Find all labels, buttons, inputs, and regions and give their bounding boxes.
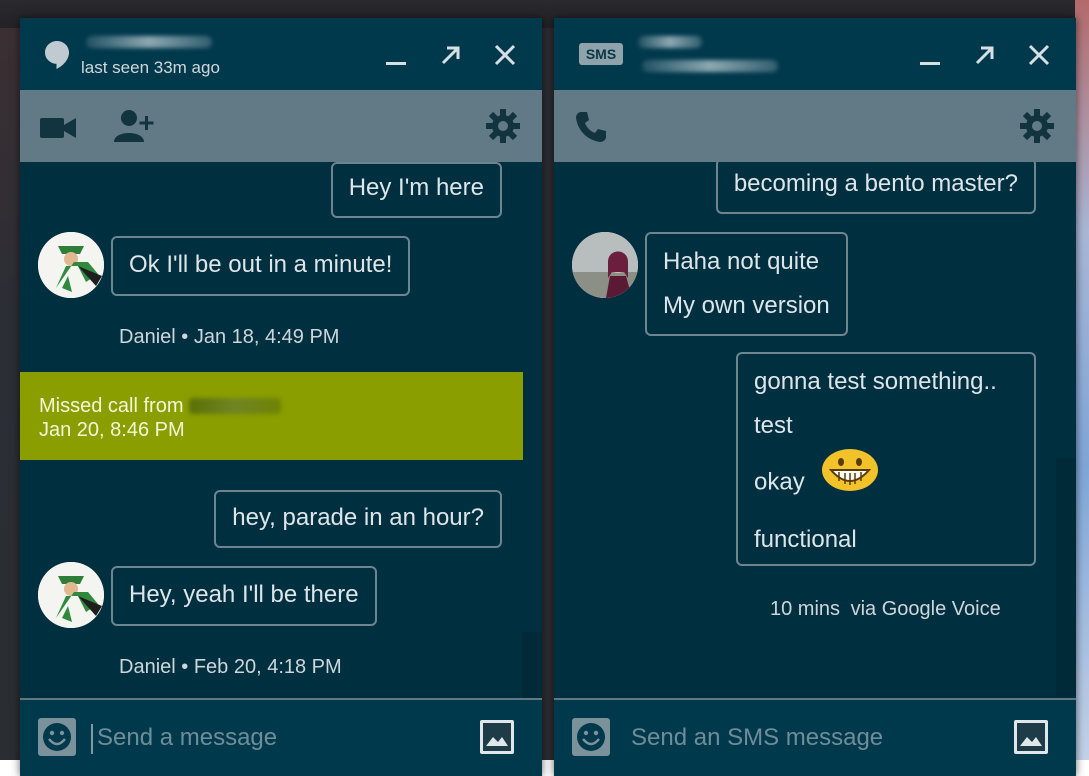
message-text: Haha not quite [663,248,820,275]
message-text: Ok I'll be out in a minute! [129,251,393,278]
emoji-icon[interactable] [38,718,76,761]
image-icon[interactable] [1014,720,1048,759]
message-composer [20,698,542,776]
outgoing-message: becoming a bento master? [715,162,1036,214]
sms-chat-window: SMS becoming a bento master? Haha not qu… [554,18,1076,776]
background-window-middle [541,28,554,776]
contact-name-redacted [638,36,702,48]
sms-input[interactable] [631,718,991,758]
avatar[interactable] [572,232,638,298]
message-text: My own version [663,292,830,319]
video-call-icon[interactable] [40,116,76,145]
outgoing-message: gonna test something.. test okay functio… [736,352,1036,566]
outgoing-message: Hey I'm here [330,162,502,218]
avatar[interactable] [38,232,104,298]
chat-toolbar [554,90,1076,162]
text-caret [91,724,93,754]
popout-icon[interactable] [436,40,466,70]
missed-call-notice: Missed call from Jan 20, 8:46 PM [20,372,523,460]
message-line-with-emoji: okay [754,448,1018,518]
hangouts-chat-window: last seen 33m ago Hey I'm here Ok I'll b… [20,18,542,776]
gear-icon[interactable] [1020,109,1054,148]
contact-number-redacted [642,60,778,72]
close-icon[interactable] [1024,40,1054,70]
message-meta: 10 mins via Google Voice [770,598,1001,621]
sms-composer [554,698,1076,776]
incoming-message: Haha not quite My own version [645,232,848,336]
close-icon[interactable] [490,40,520,70]
message-channel: via Google Voice [850,598,1001,620]
message-time: 10 mins [770,598,841,620]
chat-titlebar[interactable]: SMS [554,18,1076,90]
chat-toolbar [20,90,542,162]
missed-call-label: Missed call from [39,395,184,417]
desktop-wallpaper-edge [1075,0,1089,776]
incoming-message: Hey, yeah I'll be there [111,566,377,626]
message-list[interactable]: Hey I'm here Ok I'll be out in a minute!… [20,162,542,698]
message-list[interactable]: becoming a bento master? Haha not quite … [554,162,1076,698]
image-icon[interactable] [480,720,514,759]
message-text: Hey, yeah I'll be there [129,581,359,608]
chat-titlebar[interactable]: last seen 33m ago [20,18,542,90]
contact-name-redacted [86,36,212,48]
outgoing-message: hey, parade in an hour? [214,490,502,548]
message-meta: Daniel • Feb 20, 4:18 PM [119,656,342,678]
gear-icon[interactable] [486,109,520,148]
scrollbar[interactable] [522,632,542,698]
contact-last-seen: last seen 33m ago [81,58,220,77]
message-meta: Daniel • Jan 18, 4:49 PM [119,326,340,348]
message-text: Hey I'm here [348,174,484,201]
caller-name-redacted [189,398,282,414]
missed-call-time: Jan 20, 8:46 PM [39,419,185,441]
scrollbar[interactable] [1056,458,1076,696]
message-input[interactable] [97,718,457,758]
popout-icon[interactable] [970,40,1000,70]
avatar[interactable] [38,562,104,628]
emoji-icon[interactable] [572,718,610,761]
message-text: okay [754,468,805,496]
background-window-left [0,28,20,776]
minimize-icon[interactable] [915,40,945,70]
minimize-icon[interactable] [381,40,411,70]
message-text: test [754,412,793,439]
message-text: hey, parade in an hour? [232,504,484,531]
sms-badge: SMS [579,43,623,65]
incoming-message: Ok I'll be out in a minute! [111,236,411,296]
message-text: functional [754,526,857,553]
message-text: becoming a bento master? [733,170,1018,197]
hangouts-icon [44,40,70,75]
add-person-icon[interactable] [114,108,156,149]
phone-icon[interactable] [574,110,608,149]
message-text: gonna test something.. [754,368,997,395]
grinning-emoji-icon [821,448,879,518]
